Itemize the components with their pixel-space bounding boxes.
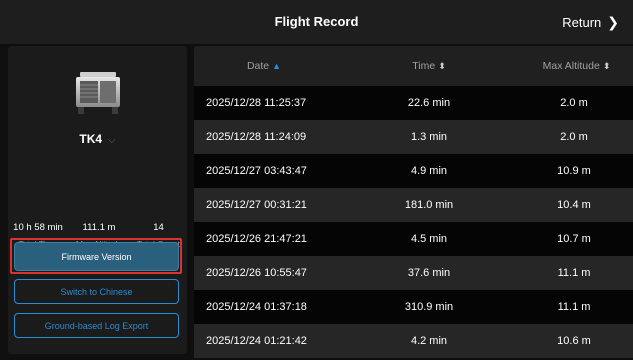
cell-max-altitude: 2.0 m (560, 97, 588, 109)
device-selector[interactable]: TK4 ⌵ (8, 132, 187, 146)
cell-date: 2025/12/28 11:25:37 (206, 97, 307, 109)
firmware-version-button[interactable]: Firmware Version (14, 242, 179, 271)
cell-date: 2025/12/24 01:37:18 (206, 301, 307, 313)
dock-device-image (76, 72, 120, 114)
column-label: Time (412, 60, 436, 72)
column-header-time[interactable]: Time ⬍ (379, 46, 479, 86)
cell-date: 2025/12/27 03:43:47 (206, 165, 307, 177)
cell-date: 2025/12/24 01:21:42 (206, 335, 307, 347)
chevron-down-icon: ⌵ (108, 135, 116, 146)
table-row[interactable]: 2025/12/24 01:21:42 4.2 min 10.6 m (194, 324, 633, 358)
cell-time: 310.9 min (404, 301, 454, 313)
sort-icon: ⬍ (602, 61, 611, 71)
header-bar: Flight Record Return ❯ (0, 0, 633, 44)
column-label: Max Altitude (542, 60, 600, 72)
table-row[interactable]: 2025/12/26 21:47:21 4.5 min 10.7 m (194, 222, 633, 256)
stat-value: 10 h 58 min (13, 222, 63, 233)
cell-date: 2025/12/28 11:24:09 (206, 131, 307, 143)
cell-max-altitude: 10.7 m (557, 233, 591, 245)
column-header-max-altitude[interactable]: Max Altitude ⬍ (524, 46, 629, 86)
cell-max-altitude: 10.6 m (557, 335, 591, 347)
table-row[interactable]: 2025/12/27 00:31:21 181.0 min 10.4 m (194, 188, 633, 222)
cell-time: 1.3 min (410, 131, 448, 143)
cell-max-altitude: 11.1 m (557, 301, 591, 313)
cell-time: 37.6 min (407, 267, 451, 279)
cell-time: 4.5 min (410, 233, 448, 245)
cell-max-altitude: 10.9 m (557, 165, 591, 177)
sort-icon: ▲︎ (272, 61, 282, 71)
cell-max-altitude: 11.1 m (557, 267, 591, 279)
return-label: Return (562, 15, 602, 30)
table-row[interactable]: 2025/12/26 10:55:47 37.6 min 11.1 m (194, 256, 633, 290)
stat-value: 14 (153, 222, 164, 233)
cell-time: 4.9 min (410, 165, 448, 177)
device-name: TK4 (79, 132, 103, 146)
cell-time: 22.6 min (407, 97, 451, 109)
table-row[interactable]: 2025/12/28 11:24:09 1.3 min 2.0 m (194, 120, 633, 154)
cell-time: 181.0 min (404, 199, 454, 211)
cell-time: 4.2 min (410, 335, 448, 347)
table-row[interactable]: 2025/12/27 03:43:47 4.9 min 10.9 m (194, 154, 633, 188)
table-row[interactable]: 2025/12/28 11:25:37 22.6 min 2.0 m (194, 86, 633, 120)
page-title: Flight Record (274, 14, 359, 29)
device-panel: TK4⌵ 10 h 58 min Total Time 111.1 m Max … (8, 46, 187, 354)
cell-max-altitude: 2.0 m (560, 131, 588, 143)
sort-icon: ⬍ (438, 61, 446, 71)
return-button[interactable]: Return ❯ (562, 0, 619, 44)
log-export-button[interactable]: Ground-based Log Export (14, 313, 179, 338)
cell-max-altitude: 10.4 m (557, 199, 591, 211)
switch-language-button[interactable]: Switch to Chinese (14, 279, 179, 304)
cell-date: 2025/12/26 21:47:21 (206, 233, 307, 245)
column-header-date[interactable]: Date ▲︎ (194, 46, 334, 86)
column-label: Date (246, 60, 270, 72)
table-row[interactable]: 2025/12/24 01:37:18 310.9 min 11.1 m (194, 290, 633, 324)
flight-record-table: Date ▲︎ Time ⬍ Max Altitude ⬍ 2025/12/28 11… (194, 46, 633, 360)
cell-date: 2025/12/27 00:31:21 (206, 199, 307, 211)
cell-date: 2025/12/26 10:55:47 (206, 267, 307, 279)
stat-value: 111.1 m (82, 222, 116, 233)
table-header: Date ▲︎ Time ⬍ Max Altitude ⬍ (194, 46, 633, 86)
chevron-right-icon: ❯ (607, 14, 619, 30)
